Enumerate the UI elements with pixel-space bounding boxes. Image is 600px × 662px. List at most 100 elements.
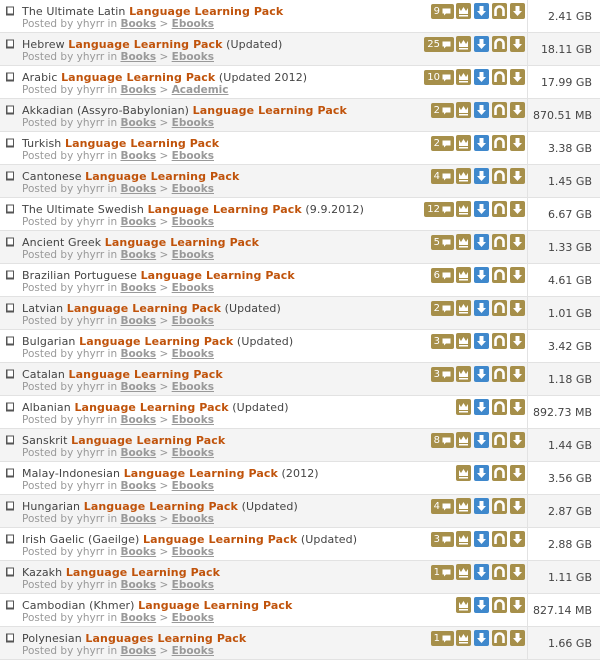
torrent-file-button[interactable] [510,300,525,316]
uploader-link[interactable]: yhyrr [77,249,105,261]
download-button[interactable] [474,597,489,613]
comments-badge[interactable]: 6 [430,268,454,283]
uploader-link[interactable]: yhyrr [77,579,105,591]
vip-button[interactable] [456,3,471,19]
comments-badge[interactable]: 9 [430,4,454,19]
comments-badge[interactable]: 25 [424,37,454,52]
torrent-file-button[interactable] [510,465,525,481]
torrent-title-link[interactable]: Akkadian (Assyro-Babylonian) Language Le… [22,104,347,117]
magnet-button[interactable] [492,201,507,217]
torrent-file-button[interactable] [510,366,525,382]
comments-badge[interactable]: 3 [430,532,454,547]
subcategory-link[interactable]: Ebooks [172,249,214,261]
comments-badge[interactable]: 3 [430,367,454,382]
comments-badge[interactable]: 12 [424,202,454,217]
uploader-link[interactable]: yhyrr [77,447,105,459]
subcategory-link[interactable]: Ebooks [172,480,214,492]
category-link[interactable]: Books [120,645,156,657]
subcategory-link[interactable]: Ebooks [172,216,214,228]
magnet-button[interactable] [492,333,507,349]
category-link[interactable]: Books [120,546,156,558]
download-button[interactable] [474,300,489,316]
torrent-title-link[interactable]: Malay-Indonesian Language Learning Pack … [22,467,319,480]
vip-button[interactable] [456,102,471,118]
vip-button[interactable] [456,69,471,85]
vip-button[interactable] [456,135,471,151]
subcategory-link[interactable]: Ebooks [172,381,214,393]
category-link[interactable]: Books [120,480,156,492]
subcategory-link[interactable]: Ebooks [172,414,214,426]
torrent-title-link[interactable]: Hungarian Language Learning Pack (Update… [22,500,298,513]
magnet-button[interactable] [492,531,507,547]
uploader-link[interactable]: yhyrr [77,117,105,129]
vip-button[interactable] [456,630,471,646]
download-button[interactable] [474,201,489,217]
uploader-link[interactable]: yhyrr [77,315,105,327]
torrent-title-link[interactable]: Cantonese Language Learning Pack [22,170,239,183]
uploader-link[interactable]: yhyrr [77,216,105,228]
torrent-file-button[interactable] [510,102,525,118]
uploader-link[interactable]: yhyrr [77,645,105,657]
download-button[interactable] [474,102,489,118]
category-link[interactable]: Books [120,216,156,228]
torrent-file-button[interactable] [510,168,525,184]
magnet-button[interactable] [492,168,507,184]
subcategory-link[interactable]: Ebooks [172,447,214,459]
category-link[interactable]: Books [120,513,156,525]
uploader-link[interactable]: yhyrr [77,51,105,63]
category-link[interactable]: Books [120,150,156,162]
subcategory-link[interactable]: Ebooks [172,150,214,162]
comments-badge[interactable]: 2 [430,301,454,316]
subcategory-link[interactable]: Ebooks [172,315,214,327]
uploader-link[interactable]: yhyrr [77,546,105,558]
subcategory-link[interactable]: Ebooks [172,579,214,591]
download-button[interactable] [474,168,489,184]
torrent-file-button[interactable] [510,36,525,52]
torrent-file-button[interactable] [510,531,525,547]
torrent-file-button[interactable] [510,234,525,250]
torrent-file-button[interactable] [510,564,525,580]
vip-button[interactable] [456,168,471,184]
vip-button[interactable] [456,432,471,448]
download-button[interactable] [474,564,489,580]
torrent-file-button[interactable] [510,333,525,349]
vip-button[interactable] [456,399,471,415]
uploader-link[interactable]: yhyrr [77,513,105,525]
torrent-file-button[interactable] [510,498,525,514]
download-button[interactable] [474,234,489,250]
torrent-title-link[interactable]: Albanian Language Learning Pack (Updated… [22,401,289,414]
magnet-button[interactable] [492,135,507,151]
comments-badge[interactable]: 4 [430,499,454,514]
torrent-title-link[interactable]: Sanskrit Language Learning Pack [22,434,225,447]
vip-button[interactable] [456,564,471,580]
torrent-file-button[interactable] [510,267,525,283]
uploader-link[interactable]: yhyrr [77,282,105,294]
category-link[interactable]: Books [120,183,156,195]
download-button[interactable] [474,267,489,283]
magnet-button[interactable] [492,399,507,415]
category-link[interactable]: Books [120,117,156,129]
subcategory-link[interactable]: Ebooks [172,348,214,360]
subcategory-link[interactable]: Ebooks [172,51,214,63]
vip-button[interactable] [456,498,471,514]
uploader-link[interactable]: yhyrr [77,18,105,30]
uploader-link[interactable]: yhyrr [77,414,105,426]
torrent-title-link[interactable]: Bulgarian Language Learning Pack (Update… [22,335,293,348]
category-link[interactable]: Books [120,18,156,30]
magnet-button[interactable] [492,597,507,613]
uploader-link[interactable]: yhyrr [77,348,105,360]
category-link[interactable]: Books [120,249,156,261]
torrent-title-link[interactable]: Ancient Greek Language Learning Pack [22,236,259,249]
download-button[interactable] [474,3,489,19]
download-button[interactable] [474,432,489,448]
comments-badge[interactable]: 1 [430,631,454,646]
category-link[interactable]: Books [120,414,156,426]
torrent-file-button[interactable] [510,135,525,151]
vip-button[interactable] [456,597,471,613]
download-button[interactable] [474,630,489,646]
subcategory-link[interactable]: Ebooks [172,513,214,525]
download-button[interactable] [474,366,489,382]
category-link[interactable]: Books [120,315,156,327]
torrent-file-button[interactable] [510,3,525,19]
download-button[interactable] [474,465,489,481]
